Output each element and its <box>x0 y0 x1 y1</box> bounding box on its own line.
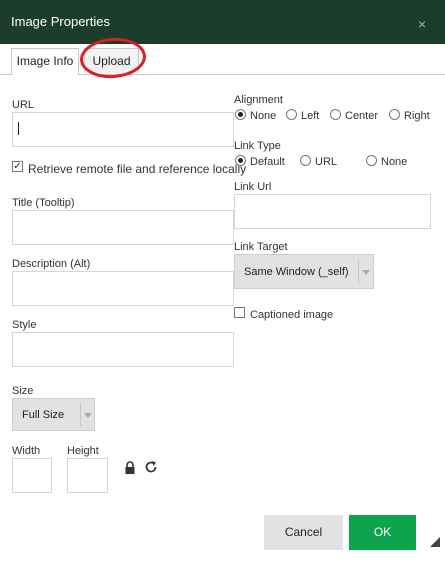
width-input[interactable] <box>12 458 52 493</box>
text-caret <box>18 122 19 135</box>
lock-icon[interactable] <box>124 461 136 475</box>
link-type-label: Link Type <box>234 140 281 152</box>
link-target-selected-value: Same Window (_self) <box>244 266 349 278</box>
chevron-down-icon <box>84 413 92 418</box>
alignment-radio-center[interactable] <box>330 109 341 120</box>
alignment-option-right: Right <box>404 110 430 122</box>
size-select[interactable]: Full Size <box>12 398 95 431</box>
retrieve-remote-checkbox[interactable]: ✓ <box>12 161 23 172</box>
description-label: Description (Alt) <box>12 258 91 270</box>
url-label: URL <box>12 99 35 111</box>
alignment-option-center: Center <box>345 110 379 122</box>
style-label: Style <box>12 319 37 331</box>
height-input[interactable] <box>67 458 108 493</box>
alignment-label: Alignment <box>234 94 283 106</box>
link-type-option-none: None <box>381 156 408 168</box>
alignment-radio-left[interactable] <box>286 109 297 120</box>
link-type-option-default: Default <box>250 156 285 168</box>
chevron-down-icon <box>362 270 370 275</box>
link-type-option-url: URL <box>315 156 338 168</box>
width-label: Width <box>12 445 41 457</box>
captioned-image-checkbox[interactable] <box>234 307 245 318</box>
dialog-titlebar: Image Properties × <box>0 0 445 44</box>
title-tooltip-input[interactable] <box>12 210 234 245</box>
tab-image-info[interactable]: Image Info <box>11 48 79 75</box>
style-input[interactable] <box>12 332 234 367</box>
link-url-label: Link Url <box>234 181 272 193</box>
link-url-input[interactable] <box>234 194 431 229</box>
resize-handle-icon[interactable] <box>430 536 440 547</box>
link-target-label: Link Target <box>234 241 288 253</box>
height-label: Height <box>67 445 99 457</box>
alignment-radio-none[interactable] <box>235 109 246 120</box>
ok-button[interactable]: OK <box>349 515 416 550</box>
title-tooltip-label: Title (Tooltip) <box>12 197 75 209</box>
description-input[interactable] <box>12 271 234 306</box>
cancel-button[interactable]: Cancel <box>264 515 343 550</box>
dialog-title: Image Properties <box>11 14 110 29</box>
captioned-image-label: Captioned image <box>250 309 334 321</box>
alignment-option-left: Left <box>301 110 320 122</box>
close-icon[interactable]: × <box>418 16 426 32</box>
url-input[interactable] <box>12 112 234 147</box>
size-label: Size <box>12 385 34 397</box>
link-target-select[interactable]: Same Window (_self) <box>234 254 374 289</box>
link-type-radio-default[interactable] <box>235 155 246 166</box>
alignment-radio-right[interactable] <box>389 109 400 120</box>
link-type-radio-none[interactable] <box>366 155 377 166</box>
size-selected-value: Full Size <box>22 409 65 421</box>
link-type-radio-url[interactable] <box>300 155 311 166</box>
select-divider <box>80 403 81 426</box>
refresh-icon[interactable] <box>144 460 158 474</box>
alignment-option-none: None <box>250 110 277 122</box>
select-divider <box>358 259 359 284</box>
retrieve-remote-label: Retrieve remote file and reference local… <box>28 162 247 176</box>
